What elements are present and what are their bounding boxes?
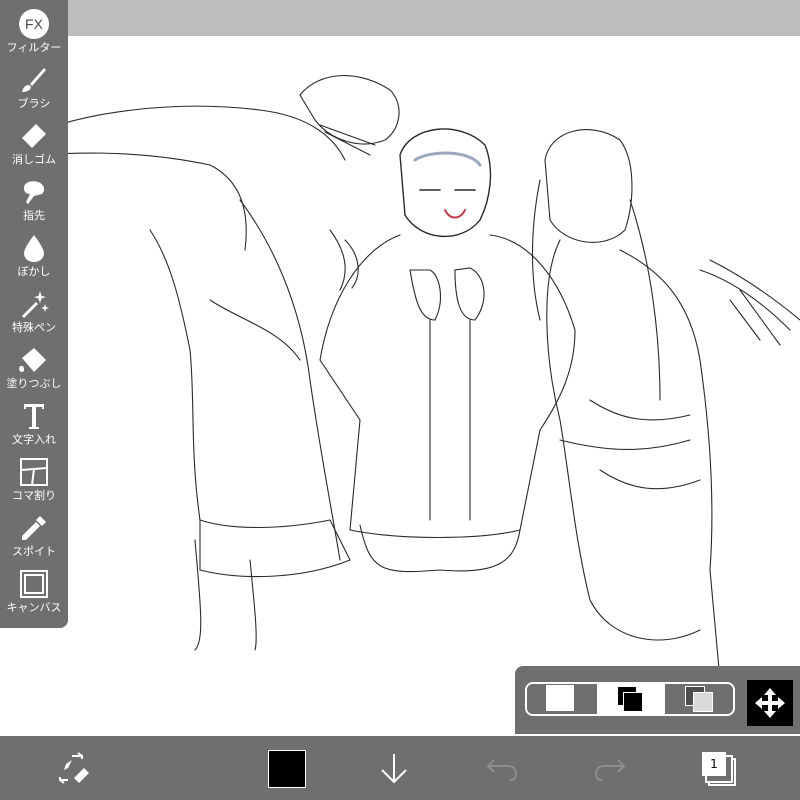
tool-label: ぼかし xyxy=(17,265,51,278)
black-swatch-front xyxy=(623,692,643,712)
transparent-color-button[interactable] xyxy=(667,684,733,714)
tool-eyedropper[interactable]: スポイト xyxy=(0,508,68,564)
tool-special-pen[interactable]: 特殊ペン xyxy=(0,284,68,340)
tool-label: 消しゴム xyxy=(12,153,56,166)
finger-icon xyxy=(24,181,45,204)
secondary-color-button[interactable] xyxy=(527,684,595,714)
current-color-swatch xyxy=(268,750,306,788)
tool-label: スポイト xyxy=(12,545,56,558)
undo-icon xyxy=(486,759,518,781)
tool-label: 塗りつぶし xyxy=(6,377,62,390)
move-button[interactable] xyxy=(747,680,793,726)
arrow-down-icon xyxy=(381,754,407,784)
gray-swatch-front xyxy=(693,692,713,712)
white-swatch xyxy=(546,685,574,711)
bottom-bar: 1 xyxy=(0,736,800,800)
move-arrows-icon xyxy=(755,688,785,718)
redo-button[interactable] xyxy=(592,750,628,790)
top-bar xyxy=(0,0,800,36)
svg-text:FX: FX xyxy=(25,16,44,32)
layer-count: 1 xyxy=(710,757,718,771)
eyedropper-icon xyxy=(22,516,46,540)
current-color-button[interactable] xyxy=(268,750,306,788)
tool-brush[interactable]: ブラシ xyxy=(0,60,68,116)
tool-eraser[interactable]: 消しゴム xyxy=(0,116,68,172)
tool-palette: FX フィルター ブラシ 消しゴム 指先 ぼかし 特殊ペン 塗りつぶし 文字入れ… xyxy=(0,0,68,628)
text-icon xyxy=(24,404,44,429)
primary-color-button[interactable] xyxy=(597,684,665,714)
canvas-icon xyxy=(20,570,48,598)
transform-tool-button[interactable] xyxy=(56,750,92,790)
tool-label: キャンバス xyxy=(6,601,62,614)
magic-wand-icon xyxy=(22,291,49,318)
tool-fill[interactable]: 塗りつぶし xyxy=(0,340,68,396)
blur-drop-icon xyxy=(24,235,44,262)
sketch-artwork xyxy=(9,75,800,681)
tool-blur[interactable]: ぼかし xyxy=(0,228,68,284)
brush-icon xyxy=(22,68,46,92)
tool-label: 指先 xyxy=(23,209,45,222)
tool-label: ブラシ xyxy=(17,97,51,110)
tool-frame-divider[interactable]: コマ割り xyxy=(0,452,68,508)
color-mode-panel xyxy=(515,666,800,734)
layers-button[interactable]: 1 xyxy=(700,750,736,786)
fx-icon: FX xyxy=(19,9,49,39)
tool-label: 文字入れ xyxy=(12,433,56,446)
undo-button[interactable] xyxy=(484,750,520,790)
tool-label: 特殊ペン xyxy=(12,321,56,334)
fill-bucket-icon xyxy=(19,348,46,372)
frame-divide-icon xyxy=(20,458,48,486)
tool-text[interactable]: 文字入れ xyxy=(0,396,68,452)
tool-filter[interactable]: FX フィルター xyxy=(0,4,68,60)
tool-finger[interactable]: 指先 xyxy=(0,172,68,228)
tool-label: コマ割り xyxy=(12,489,56,502)
tool-canvas[interactable]: キャンバス xyxy=(0,564,68,620)
save-download-button[interactable] xyxy=(376,750,412,790)
drawing-canvas[interactable] xyxy=(0,36,800,736)
color-mode-selector xyxy=(525,682,735,716)
tool-label: フィルター xyxy=(6,41,62,54)
eraser-icon xyxy=(22,124,46,148)
redo-icon xyxy=(594,759,626,781)
layers-icon: 1 xyxy=(700,750,736,786)
transform-eraser-icon xyxy=(59,752,89,784)
